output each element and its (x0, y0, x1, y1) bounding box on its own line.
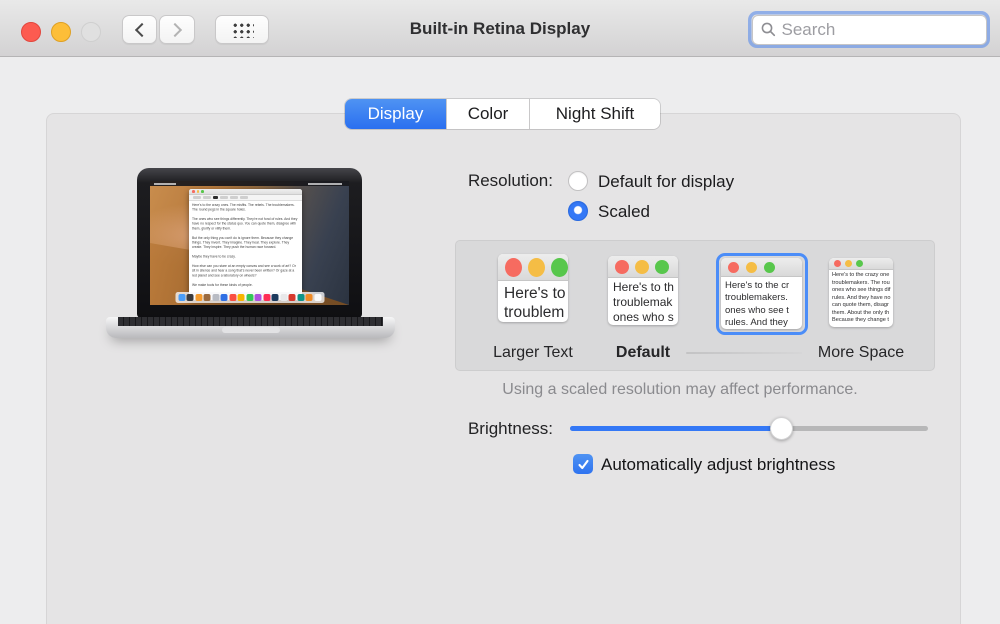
macbook-base (106, 317, 395, 338)
radio-default-for-display[interactable] (568, 171, 588, 191)
tab-bar: Display Color Night Shift (345, 99, 660, 129)
auto-brightness-checkbox[interactable] (573, 454, 593, 474)
radio-scaled-label[interactable]: Scaled (598, 202, 650, 222)
scale-option-larger-text[interactable]: Here's to troublem (498, 254, 568, 322)
brightness-slider[interactable] (570, 417, 928, 440)
macbook-keyboard (118, 317, 383, 326)
scale-divider-line (686, 352, 802, 354)
radio-default-label[interactable]: Default for display (598, 172, 734, 192)
scale-option-larger[interactable]: Here's to th troublemak ones who s (608, 256, 678, 325)
dock (175, 292, 324, 303)
brightness-fill (570, 426, 782, 431)
macbook-document: Here's to the crazy ones. The misfits. T… (189, 201, 302, 300)
tab-display[interactable]: Display (345, 99, 447, 129)
system-preferences-window: Built-in Retina Display Display Color Ni… (0, 0, 1000, 624)
thumb-titlebar (498, 254, 568, 281)
thumb-titlebar (721, 258, 802, 277)
title-bar: Built-in Retina Display (0, 0, 1000, 57)
brightness-label: Brightness: (467, 419, 553, 438)
macbook-lid-notch (221, 327, 280, 333)
search-field[interactable] (751, 14, 987, 45)
thumb-titlebar (608, 256, 678, 278)
brightness-knob[interactable] (769, 417, 793, 440)
mini-minimize-icon (196, 190, 200, 193)
scale-option-default[interactable]: Here's to the cr troublemakers. ones who… (721, 258, 802, 329)
search-icon (761, 22, 775, 37)
search-field-focus-ring (748, 11, 990, 48)
thumb-text: Here's to the crazy one troublemakers. T… (832, 272, 891, 324)
label-larger-text: Larger Text (493, 344, 573, 361)
thumb-text: Here's to th troublemak ones who s (613, 280, 674, 325)
thumb-titlebar (829, 258, 893, 270)
mini-close-icon (192, 190, 195, 193)
macbook-textedit-window: Here's to the crazy ones. The misfits. T… (189, 189, 302, 300)
thumb-text: Here's to the cr troublemakers. ones who… (725, 280, 790, 329)
mini-zoom-icon (201, 190, 204, 193)
checkmark-icon (577, 459, 589, 469)
thumb-text: Here's to troublem (504, 285, 566, 322)
scaled-resolution-note: Using a scaled resolution may affect per… (502, 381, 858, 398)
auto-brightness-label[interactable]: Automatically adjust brightness (601, 455, 835, 475)
label-more-space: More Space (817, 344, 905, 361)
tab-night-shift[interactable]: Night Shift (530, 99, 660, 129)
search-input[interactable] (781, 19, 952, 40)
resolution-label: Resolution: (467, 171, 553, 190)
label-default: Default (615, 344, 671, 361)
tab-color[interactable]: Color (447, 99, 530, 129)
macbook-lid: Here's to the crazy ones. The misfits. T… (137, 168, 362, 318)
macbook-menubar (150, 181, 349, 186)
macbook-document-text: Here's to the crazy ones. The misfits. T… (192, 203, 298, 287)
scale-option-more-space[interactable]: Here's to the crazy one troublemakers. T… (829, 258, 893, 327)
macbook-screen: Here's to the crazy ones. The misfits. T… (150, 181, 349, 305)
scale-option-default-selected-ring: Here's to the cr troublemakers. ones who… (716, 253, 808, 335)
radio-scaled[interactable] (568, 201, 588, 221)
